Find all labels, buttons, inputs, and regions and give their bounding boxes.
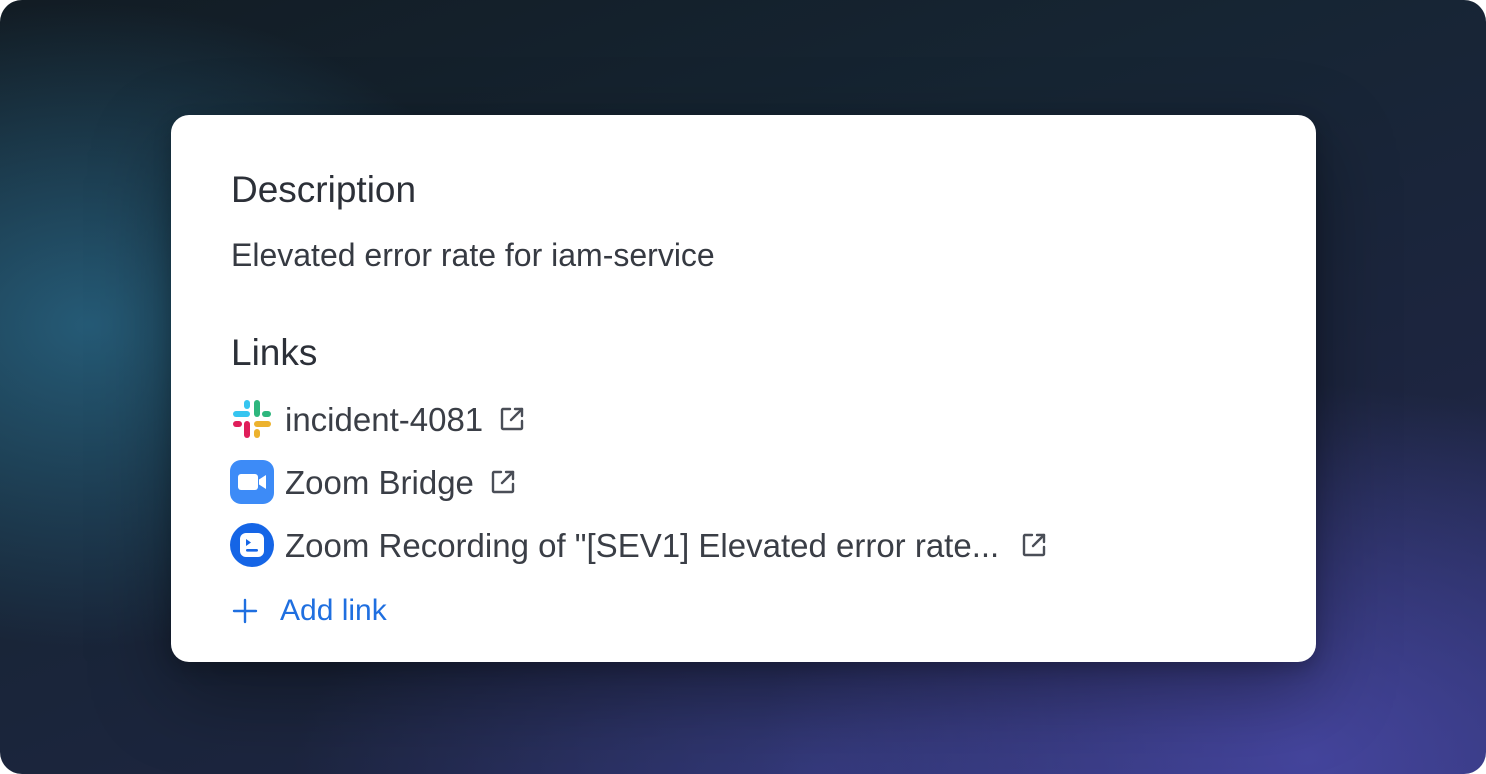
incident-details-card: Description Elevated error rate for iam-… bbox=[171, 115, 1316, 662]
external-link-icon[interactable] bbox=[488, 467, 518, 497]
zoom-video-icon bbox=[229, 459, 275, 505]
link-item-zoom-bridge[interactable]: Zoom Bridge bbox=[229, 458, 518, 506]
background: Description Elevated error rate for iam-… bbox=[0, 0, 1486, 774]
description-text: Elevated error rate for iam-service bbox=[231, 237, 715, 273]
link-label: incident-4081 bbox=[285, 400, 484, 438]
external-link-icon[interactable] bbox=[497, 404, 527, 434]
add-link-label: Add link bbox=[280, 594, 387, 627]
link-label: Zoom Recording of "[SEV1] Elevated error… bbox=[285, 526, 1000, 564]
external-link-icon[interactable] bbox=[1019, 530, 1049, 560]
slack-icon bbox=[229, 396, 275, 442]
link-item-zoom-recording[interactable]: Zoom Recording of "[SEV1] Elevated error… bbox=[229, 521, 1049, 569]
links-heading: Links bbox=[231, 332, 318, 373]
link-item-slack-channel[interactable]: incident-4081 bbox=[229, 395, 527, 443]
add-link-button[interactable]: Add link bbox=[231, 591, 387, 631]
link-label: Zoom Bridge bbox=[285, 463, 474, 501]
plus-icon bbox=[231, 597, 259, 625]
description-heading: Description bbox=[231, 169, 417, 210]
zoom-recording-icon bbox=[229, 522, 275, 568]
